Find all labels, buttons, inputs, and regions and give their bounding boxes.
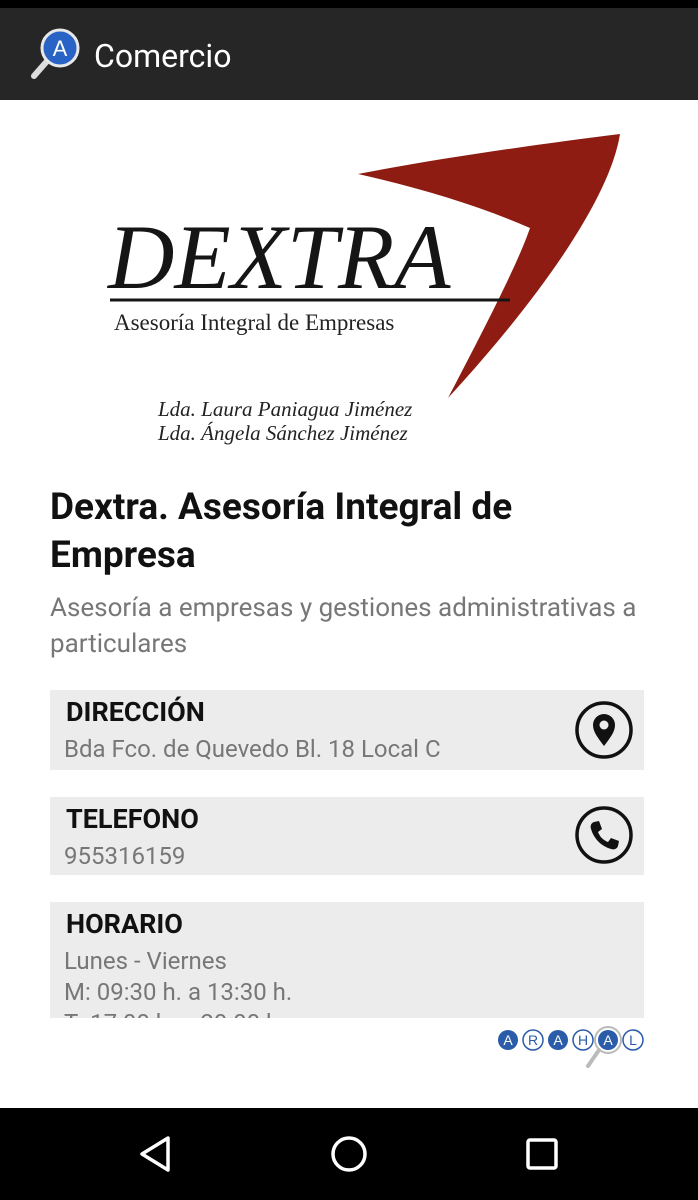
address-title: DIRECCIÓN xyxy=(66,696,205,728)
recents-icon[interactable] xyxy=(520,1132,564,1176)
hours-line: M: 09:30 h. a 13:30 h. xyxy=(64,978,293,1006)
app-title: Comercio xyxy=(94,37,232,75)
dextra-logo: DEXTRA Asesoría Integral de Empresas Lda… xyxy=(106,134,620,445)
arahal-letter: H xyxy=(578,1032,588,1048)
logo-brand: DEXTRA xyxy=(106,206,451,308)
arahal-letter: L xyxy=(629,1032,637,1048)
address-card[interactable]: DIRECCIÓN Bda Fco. de Quevedo Bl. 18 Loc… xyxy=(50,690,644,770)
search-app-icon[interactable]: A xyxy=(28,26,84,82)
navigation-bar xyxy=(0,1108,698,1200)
logo-tagline: Asesoría Integral de Empresas xyxy=(114,310,394,335)
arahal-logo: A R A H A L xyxy=(498,1026,644,1068)
arahal-letter: R xyxy=(528,1032,538,1048)
business-name: Dextra. Asesoría Integral de Empresa xyxy=(50,486,513,577)
address-value: Bda Fco. de Quevedo Bl. 18 Local C xyxy=(64,735,441,763)
phone-card[interactable]: TELEFONO 955316159 xyxy=(50,797,644,875)
svg-text:A: A xyxy=(53,36,68,61)
app-bar: A Comercio xyxy=(0,8,698,100)
hours-line: T: 17:00 h. a 20:00 h. xyxy=(64,1008,292,1018)
map-pin-icon[interactable] xyxy=(574,700,634,760)
logo-person-1: Lda. Laura Paniagua Jiménez xyxy=(157,397,412,421)
arahal-letter: A xyxy=(553,1032,563,1048)
hours-line: Lunes - Viernes xyxy=(64,947,227,975)
arahal-letter: A xyxy=(503,1032,513,1048)
phone-icon[interactable] xyxy=(574,805,634,865)
logo-person-2: Lda. Ángela Sánchez Jiménez xyxy=(157,421,408,445)
hours-value: Lunes - Viernes M: 09:30 h. a 13:30 h. T… xyxy=(64,946,292,1018)
home-icon[interactable] xyxy=(327,1132,371,1176)
status-bar xyxy=(0,0,698,8)
phone-value: 955316159 xyxy=(64,842,186,870)
business-description: Asesoría a empresas y gestiones administ… xyxy=(50,593,637,659)
phone-title: TELEFONO xyxy=(66,803,199,835)
back-icon[interactable] xyxy=(134,1132,178,1176)
hours-card: HORARIO Lunes - Viernes M: 09:30 h. a 13… xyxy=(50,902,644,1018)
hours-title: HORARIO xyxy=(66,908,183,940)
content: DEXTRA Asesoría Integral de Empresas Lda… xyxy=(0,100,698,1108)
arahal-letter: A xyxy=(603,1032,613,1048)
